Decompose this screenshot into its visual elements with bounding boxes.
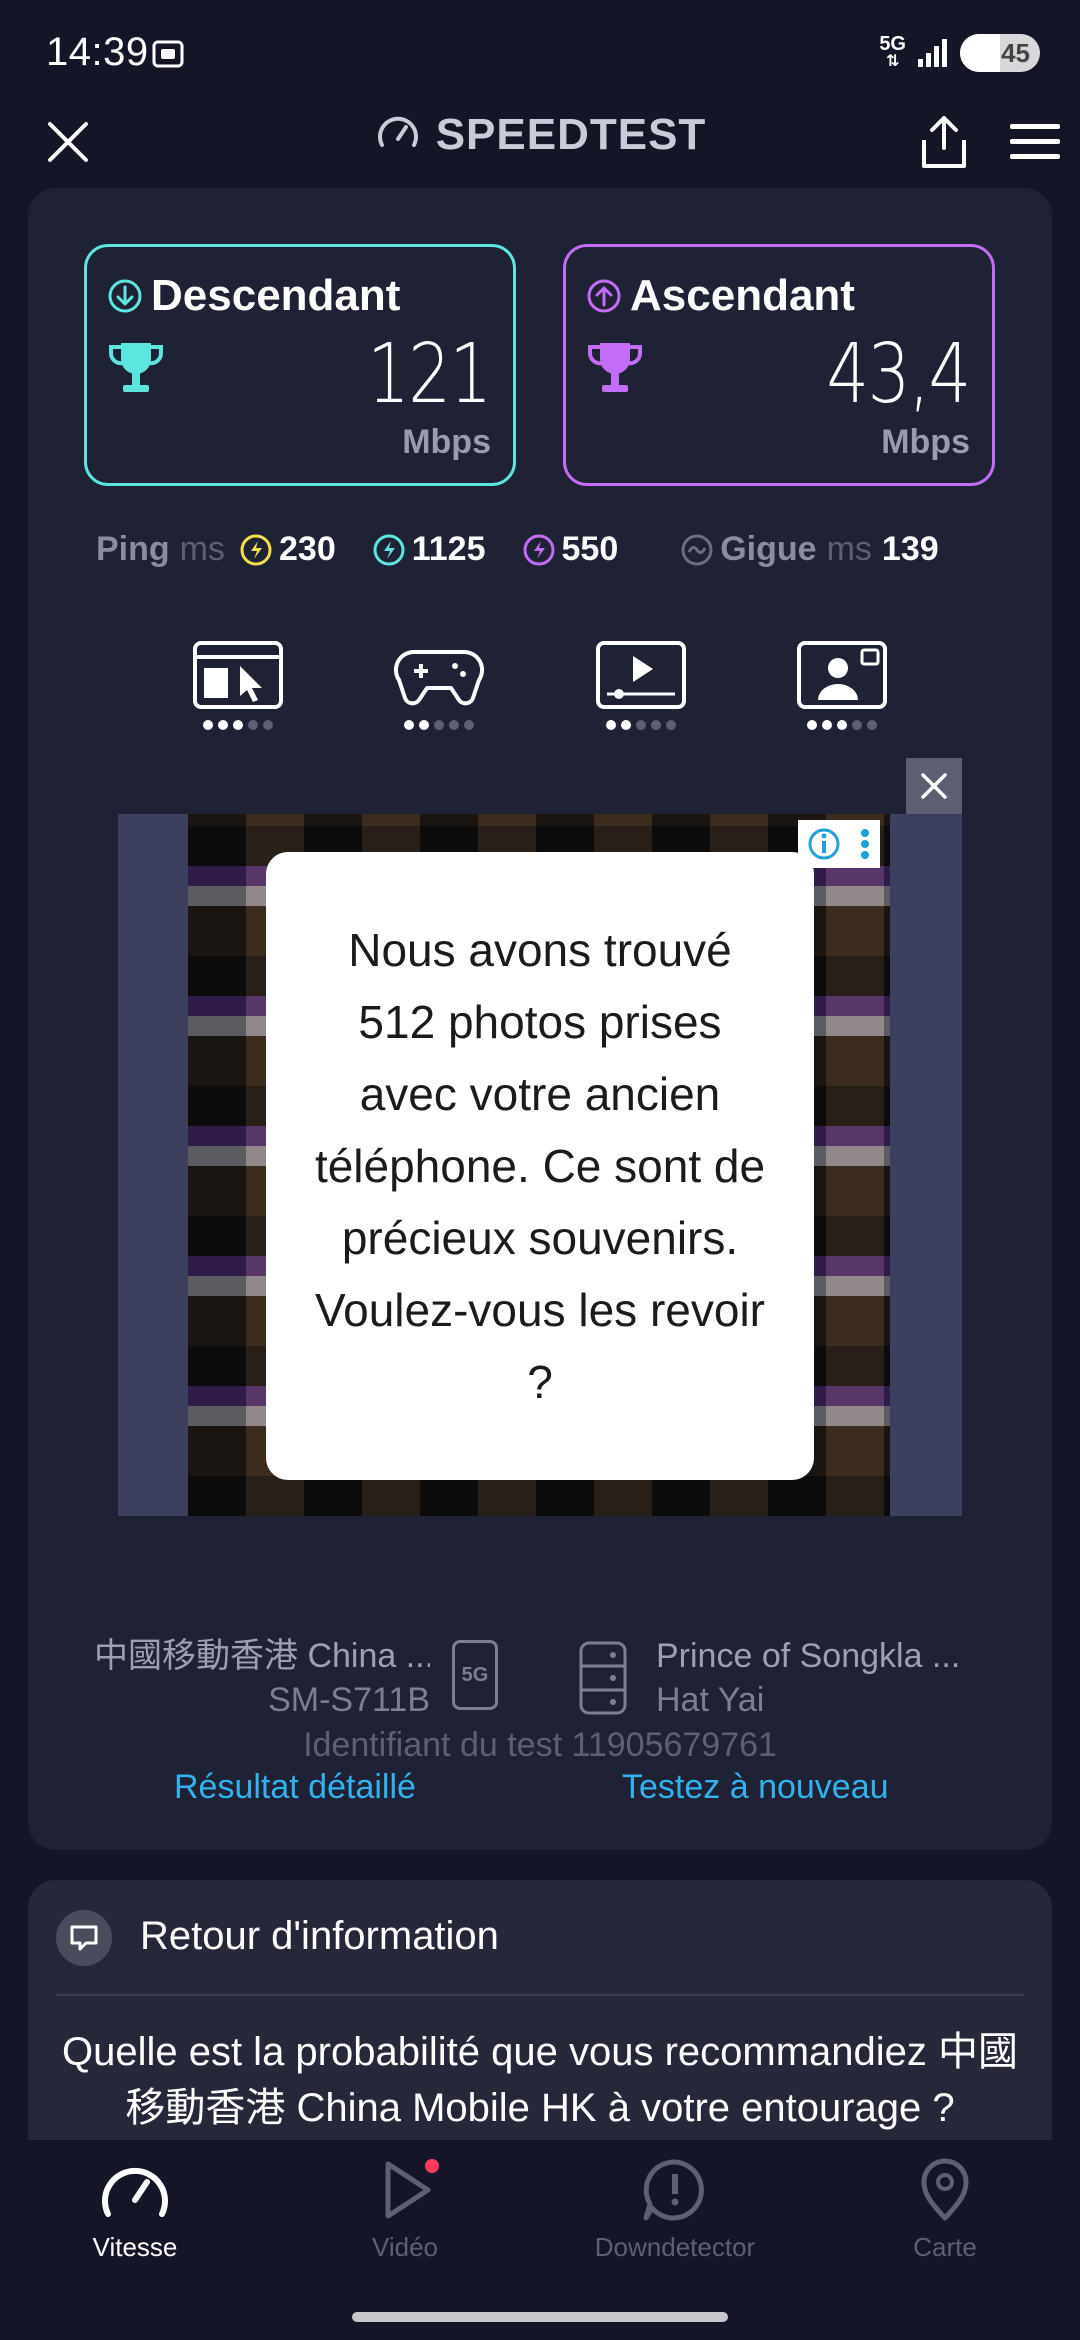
- nav-downdetector[interactable]: Downdetector: [540, 2158, 810, 2263]
- rating-dot: [419, 720, 430, 730]
- provider-name: 中國移動香港 China ...: [94, 1637, 430, 1675]
- jitter-icon: [681, 534, 713, 565]
- rating-dot: [806, 720, 817, 730]
- rating-dot: [203, 720, 213, 730]
- download-unit: Mbps: [402, 423, 491, 461]
- detailed-result-link[interactable]: Résultat détaillé: [174, 1768, 416, 1807]
- rating-dot: [635, 720, 646, 730]
- upload-value: 43,4: [826, 327, 972, 422]
- more-vertical-icon[interactable]: [859, 827, 871, 861]
- battery-indicator: 45: [960, 34, 1040, 72]
- download-result: Descendant 121 Mbps: [84, 244, 516, 486]
- rating-dot: [650, 720, 661, 730]
- feedback-icon: [56, 1910, 112, 1966]
- provider-info: 中國移動香港 China ... SM-S711B: [94, 1634, 430, 1722]
- latency-row: Ping ms 230 1125 550 Gigue ms 139: [96, 530, 996, 569]
- rating-dot: [233, 720, 243, 730]
- video-rating[interactable]: [593, 640, 689, 730]
- rating-dot: [665, 720, 676, 730]
- ad-close-button[interactable]: [906, 758, 962, 814]
- ping-idle: 230: [239, 530, 336, 569]
- video-call-icon: [796, 641, 887, 709]
- feedback-question: Quelle est la probabilité que vous recom…: [61, 2030, 1019, 2130]
- nav-speed[interactable]: Vitesse: [0, 2158, 270, 2263]
- trophy-icon: [584, 337, 646, 404]
- rating-dot: [449, 720, 460, 730]
- browser-icon: [193, 641, 283, 709]
- ping-label: Ping: [96, 530, 170, 568]
- screenshot-icon: [150, 36, 186, 77]
- video-player-icon: [595, 641, 686, 709]
- rating-dot: [464, 720, 475, 730]
- rating-dot: [248, 720, 258, 730]
- feedback-divider: [56, 1994, 1024, 1996]
- rating-dot: [218, 720, 228, 730]
- ping-download: 1125: [372, 530, 486, 569]
- rating-dot: [605, 720, 616, 730]
- rating-dot: [620, 720, 631, 730]
- share-icon[interactable]: [918, 114, 970, 175]
- rating-dot: [821, 720, 832, 730]
- browsing-dots: [203, 720, 273, 730]
- rating-dot: [836, 720, 847, 730]
- map-pin-icon: [921, 2158, 969, 2221]
- play-icon: [385, 2159, 439, 2219]
- device-model: SM-S711B: [268, 1681, 430, 1719]
- download-arrow-icon: [108, 279, 142, 313]
- gamepad-icon: [394, 649, 485, 706]
- video-dots: [605, 720, 676, 730]
- network-type: 5G ⇅: [879, 33, 906, 70]
- jitter: Gigue ms 139: [680, 530, 939, 569]
- nav-video[interactable]: Vidéo: [270, 2158, 540, 2263]
- download-label: Descendant: [151, 271, 401, 320]
- info-icon[interactable]: [807, 827, 841, 861]
- ping-upload: 550: [522, 530, 618, 569]
- status-icons: 5G ⇅ 45: [879, 34, 1040, 72]
- server-info[interactable]: Prince of Songkla ... Hat Yai: [656, 1634, 996, 1722]
- download-value: 121: [367, 327, 493, 422]
- home-indicator: [352, 2312, 728, 2322]
- nav-map[interactable]: Carte: [810, 2158, 1080, 2263]
- ping-unit: ms: [179, 530, 225, 568]
- network-badge: 5G: [452, 1640, 498, 1710]
- feedback-title: Retour d'information: [140, 1914, 499, 1958]
- status-time: 14:39: [46, 30, 149, 74]
- app-suitability-row: [190, 640, 890, 730]
- close-icon: [921, 773, 947, 799]
- rating-dot: [866, 720, 877, 730]
- video-call-rating[interactable]: [794, 640, 890, 730]
- speedometer-icon: [102, 2168, 168, 2217]
- download-latency-icon: [373, 534, 405, 565]
- gaming-dots: [404, 720, 475, 730]
- menu-icon[interactable]: [1008, 120, 1062, 169]
- server-name: Prince of Songkla ...: [656, 1637, 961, 1675]
- upload-label: Ascendant: [630, 271, 855, 320]
- rating-dot: [434, 720, 445, 730]
- server-icon: [578, 1640, 628, 1721]
- rating-dot: [404, 720, 415, 730]
- speedometer-icon: [377, 116, 418, 147]
- alert-icon: [643, 2159, 704, 2221]
- test-id: Identifiant du test 11905679761: [303, 1726, 777, 1764]
- ad-message[interactable]: Nous avons trouvé 512 photos prises avec…: [266, 852, 814, 1480]
- browsing-rating[interactable]: [190, 640, 286, 730]
- test-again-link[interactable]: Testez à nouveau: [622, 1768, 889, 1807]
- rating-dot: [851, 720, 862, 730]
- rating-dot: [263, 720, 273, 730]
- upload-unit: Mbps: [881, 423, 970, 461]
- gaming-rating[interactable]: [391, 640, 487, 730]
- idle-latency-icon: [240, 534, 272, 565]
- upload-latency-icon: [523, 534, 554, 565]
- trophy-icon: [105, 337, 167, 404]
- signal-icon: [918, 39, 947, 67]
- video-call-dots: [806, 720, 877, 730]
- upload-result: Ascendant 43,4 Mbps: [563, 244, 995, 486]
- upload-arrow-icon: [587, 279, 621, 313]
- server-location: Hat Yai: [656, 1681, 765, 1719]
